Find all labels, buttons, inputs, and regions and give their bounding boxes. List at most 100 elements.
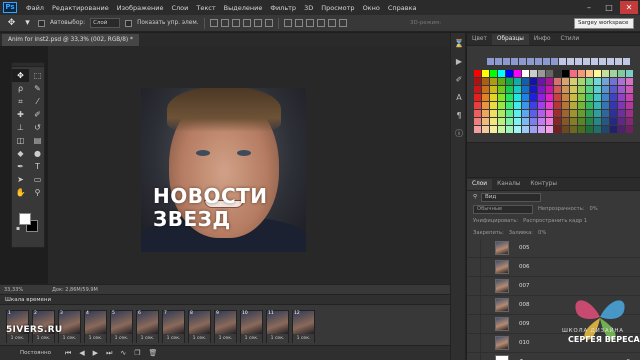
brush-panel-icon[interactable]: ✐ xyxy=(452,73,466,87)
swatch[interactable] xyxy=(506,94,513,101)
swatch[interactable] xyxy=(610,86,617,93)
swatch[interactable] xyxy=(570,94,577,101)
swatch[interactable] xyxy=(626,102,633,109)
distribute-top-icon[interactable] xyxy=(283,19,292,27)
swatch[interactable] xyxy=(586,126,593,133)
swatch[interactable] xyxy=(570,126,577,133)
menu-item[interactable]: Выделение xyxy=(220,4,267,12)
frame-delay[interactable]: 1 сек. xyxy=(241,334,262,343)
swatch[interactable] xyxy=(594,78,601,85)
swatch[interactable] xyxy=(490,118,497,125)
swatch[interactable] xyxy=(530,94,537,101)
swatch[interactable] xyxy=(626,126,633,133)
swatch[interactable] xyxy=(562,118,569,125)
swatch[interactable] xyxy=(578,118,585,125)
tool-preset-chevron-icon[interactable]: ▾ xyxy=(22,18,33,29)
healing-brush-icon[interactable]: ✚ xyxy=(12,108,29,121)
gradient-tool-icon[interactable]: ▤ xyxy=(29,134,46,147)
swatch[interactable] xyxy=(514,86,521,93)
swatch[interactable] xyxy=(618,126,625,133)
layer-row[interactable]: 006 xyxy=(467,257,640,277)
swatch[interactable] xyxy=(586,70,593,77)
swatch[interactable] xyxy=(562,94,569,101)
canvas-area[interactable]: НОВОСТИ ЗВЕЗД xyxy=(48,46,450,284)
visibility-toggle[interactable] xyxy=(467,276,481,296)
workspace-dropdown[interactable]: Sargey workspace xyxy=(574,18,634,29)
play-icon[interactable]: ▶ xyxy=(93,349,98,357)
swatch[interactable] xyxy=(546,86,553,93)
distribute-bottom-icon[interactable] xyxy=(305,19,314,27)
marquee-tool-icon[interactable]: ⬚ xyxy=(29,69,46,82)
shape-tool-icon[interactable]: ▭ xyxy=(29,173,46,186)
swatch[interactable] xyxy=(578,126,585,133)
swatch[interactable] xyxy=(607,58,614,65)
align-bottom-icon[interactable] xyxy=(231,19,240,27)
swatch[interactable] xyxy=(578,78,585,85)
swatch[interactable] xyxy=(618,78,625,85)
history-icon[interactable]: ⌛ xyxy=(452,37,466,51)
swatch[interactable] xyxy=(498,102,505,109)
frame-delay[interactable]: 1 сек. xyxy=(163,334,184,343)
quick-select-tool-icon[interactable]: ✎ xyxy=(29,82,46,95)
visibility-toggle[interactable] xyxy=(467,257,481,277)
timeline-frame[interactable]: 6 1 сек. xyxy=(136,310,159,343)
swatch[interactable] xyxy=(554,70,561,77)
show-controls-checkbox[interactable] xyxy=(125,19,133,27)
frame-delay[interactable]: 1 сек. xyxy=(293,334,314,343)
swatch[interactable] xyxy=(543,58,550,65)
eraser-tool-icon[interactable]: ◫ xyxy=(12,134,29,147)
history-brush-icon[interactable]: ↺ xyxy=(29,121,46,134)
swatch[interactable] xyxy=(514,78,521,85)
swatch[interactable] xyxy=(530,86,537,93)
distribute-left-icon[interactable] xyxy=(316,19,325,27)
swatch[interactable] xyxy=(610,70,617,77)
tween-icon[interactable]: ∿ xyxy=(120,349,126,357)
swatch[interactable] xyxy=(618,110,625,117)
swatch[interactable] xyxy=(490,126,497,133)
swatch[interactable] xyxy=(498,110,505,117)
swatch[interactable] xyxy=(591,58,598,65)
swatch[interactable] xyxy=(538,86,545,93)
swatch[interactable] xyxy=(618,118,625,125)
swatch[interactable] xyxy=(570,86,577,93)
swatch[interactable] xyxy=(626,86,633,93)
swatch[interactable] xyxy=(482,118,489,125)
swatch[interactable] xyxy=(559,58,566,65)
distribute-hcenter-icon[interactable] xyxy=(327,19,336,27)
swatch[interactable] xyxy=(530,70,537,77)
swatch[interactable] xyxy=(554,126,561,133)
maximize-button[interactable]: □ xyxy=(600,1,618,14)
frame-delay[interactable]: 1 сек. xyxy=(267,334,288,343)
swatch[interactable] xyxy=(570,110,577,117)
swatch[interactable] xyxy=(610,94,617,101)
close-button[interactable]: ✕ xyxy=(620,1,638,14)
swatch[interactable] xyxy=(602,102,609,109)
swatch[interactable] xyxy=(594,118,601,125)
menu-item[interactable]: Фильтр xyxy=(266,4,300,12)
swatch[interactable] xyxy=(474,126,481,133)
swatch[interactable] xyxy=(506,102,513,109)
swatch[interactable] xyxy=(594,102,601,109)
swatch[interactable] xyxy=(578,94,585,101)
visibility-toggle[interactable] xyxy=(467,238,481,258)
swatch[interactable] xyxy=(567,58,574,65)
swatch[interactable] xyxy=(599,58,606,65)
hand-tool-icon[interactable]: ✋ xyxy=(12,186,29,199)
menu-item[interactable]: Файл xyxy=(22,4,48,12)
swatch[interactable] xyxy=(562,126,569,133)
swatch[interactable] xyxy=(586,94,593,101)
swatch[interactable] xyxy=(490,78,497,85)
layers-tab[interactable]: Каналы xyxy=(492,179,525,190)
swatch[interactable] xyxy=(538,126,545,133)
swatch[interactable] xyxy=(578,70,585,77)
swatch[interactable] xyxy=(554,118,561,125)
swatch[interactable] xyxy=(482,94,489,101)
swatch[interactable] xyxy=(594,86,601,93)
swatch[interactable] xyxy=(522,118,529,125)
default-colors-icon[interactable]: ▪ xyxy=(16,225,20,232)
swatch[interactable] xyxy=(522,78,529,85)
swatch[interactable] xyxy=(514,102,521,109)
swatch[interactable] xyxy=(546,118,553,125)
swatch[interactable] xyxy=(546,70,553,77)
swatch[interactable] xyxy=(474,102,481,109)
